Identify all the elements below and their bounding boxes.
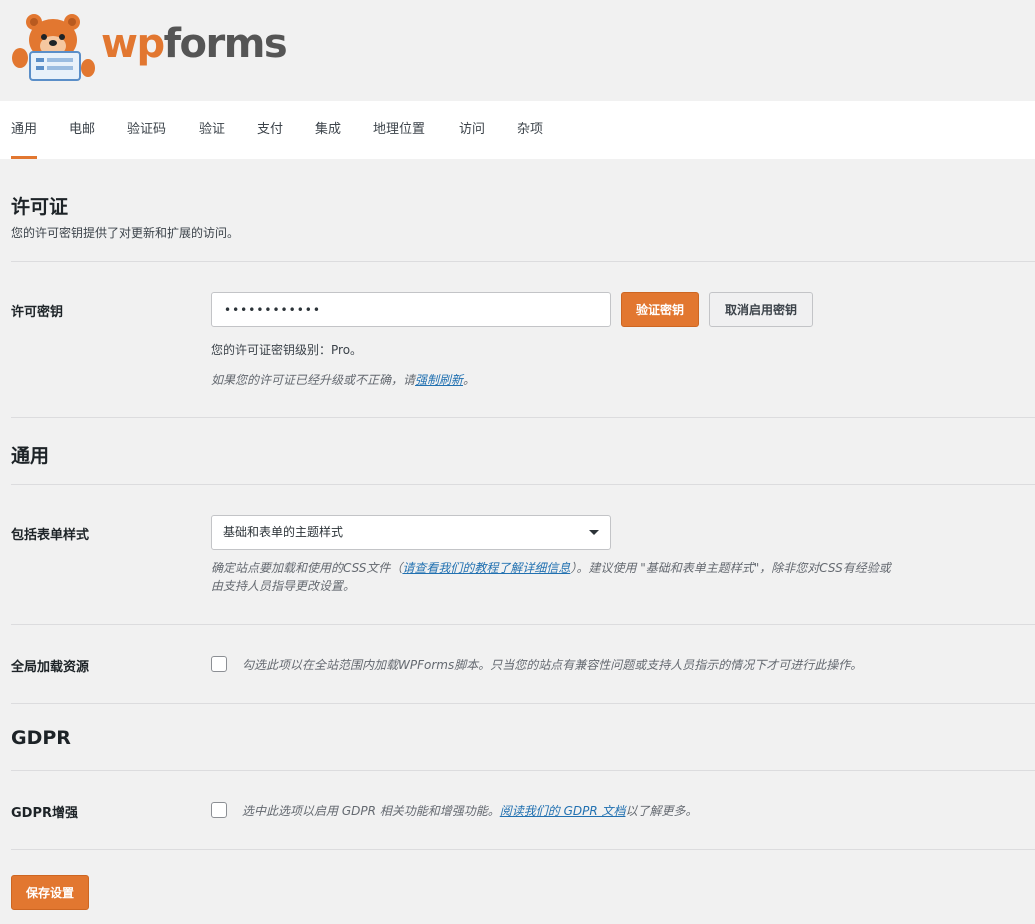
gdpr-help: 选中此选项以启用 GDPR 相关功能和增强功能。阅读我们的 GDPR 文档以了解… [242, 802, 698, 819]
load-assets-label: 全局加载资源 [11, 660, 90, 675]
general-heading: 通用 [11, 445, 50, 467]
form-style-select[interactable]: 基础和表单的主题样式 [211, 515, 611, 550]
refresh-note-suffix: 。 [463, 373, 476, 387]
deactivate-key-button[interactable]: 取消启用密钥 [709, 292, 813, 327]
divider [11, 484, 1035, 485]
save-settings-button[interactable]: 保存设置 [11, 875, 89, 910]
refresh-note-prefix: 如果您的许可证已经升级或不正确，请 [211, 373, 416, 387]
settings-tabs: 通用 电邮 验证码 验证 支付 集成 地理位置 访问 杂项 [0, 101, 1035, 159]
verify-key-button[interactable]: 验证密钥 [621, 292, 699, 327]
tab-access[interactable]: 访问 [459, 101, 485, 159]
gdpr-heading: GDPR [11, 727, 71, 749]
style-help-prefix: 确定站点要加载和使用的CSS文件（ [211, 561, 403, 575]
wpforms-bear-mascot-icon [12, 14, 95, 81]
header-logo-bar: wpforms [0, 0, 1035, 101]
divider [11, 261, 1035, 262]
tab-email[interactable]: 电邮 [69, 101, 95, 159]
tab-general[interactable]: 通用 [11, 101, 38, 159]
load-assets-help: 勾选此项以在全站范围内加载WPForms脚本。只当您的站点有兼容性问题或支持人员… [242, 658, 863, 672]
tab-geolocation[interactable]: 地理位置 [373, 101, 425, 159]
style-help-line2: 由支持人员指导更改设置。 [211, 579, 356, 593]
divider [11, 849, 1035, 850]
wpforms-wordmark: wpforms [101, 21, 288, 67]
chevron-down-icon [589, 530, 599, 535]
divider [11, 770, 1035, 771]
gdpr-help-prefix: 选中此选项以启用 GDPR 相关功能和增强功能。 [242, 804, 500, 818]
license-level-text: 您的许可证密钥级别：Pro。 [211, 343, 363, 357]
gdpr-enhance-checkbox[interactable] [211, 802, 227, 818]
brand-wp: wp [101, 21, 165, 67]
force-refresh-link[interactable]: 强制刷新 [415, 373, 463, 387]
brand-forms: forms [163, 21, 288, 67]
gdpr-docs-link[interactable]: 阅读我们的 GDPR 文档 [500, 804, 626, 818]
license-heading: 许可证 [11, 196, 69, 218]
tab-captcha[interactable]: 验证码 [127, 101, 166, 159]
license-description: 您的许可密钥提供了对更新和扩展的访问。 [11, 226, 240, 240]
gdpr-help-suffix: 以了解更多。 [625, 804, 698, 818]
tab-payments[interactable]: 支付 [257, 101, 283, 159]
tab-integrations[interactable]: 集成 [315, 101, 341, 159]
divider [11, 624, 1035, 625]
divider [11, 417, 1035, 418]
divider [11, 703, 1035, 704]
style-tutorial-link[interactable]: 请查看我们的教程了解详细信息 [402, 561, 570, 575]
license-refresh-note: 如果您的许可证已经升级或不正确，请强制刷新。 [211, 371, 475, 388]
style-help-middle: ）。建议使用 "基础和表单主题样式"，除非您对CSS有经验或 [570, 561, 891, 575]
license-key-input[interactable] [211, 292, 611, 327]
tab-validation[interactable]: 验证 [199, 101, 225, 159]
form-style-help: 确定站点要加载和使用的CSS文件（请查看我们的教程了解详细信息）。建议使用 "基… [211, 559, 1011, 595]
form-style-label: 包括表单样式 [11, 528, 90, 543]
license-key-label: 许可密钥 [11, 305, 64, 320]
gdpr-enhance-label: GDPR增强 [11, 806, 78, 821]
tab-misc[interactable]: 杂项 [517, 101, 543, 159]
load-assets-checkbox[interactable] [211, 656, 227, 672]
form-style-selected-value: 基础和表单的主题样式 [223, 525, 344, 539]
